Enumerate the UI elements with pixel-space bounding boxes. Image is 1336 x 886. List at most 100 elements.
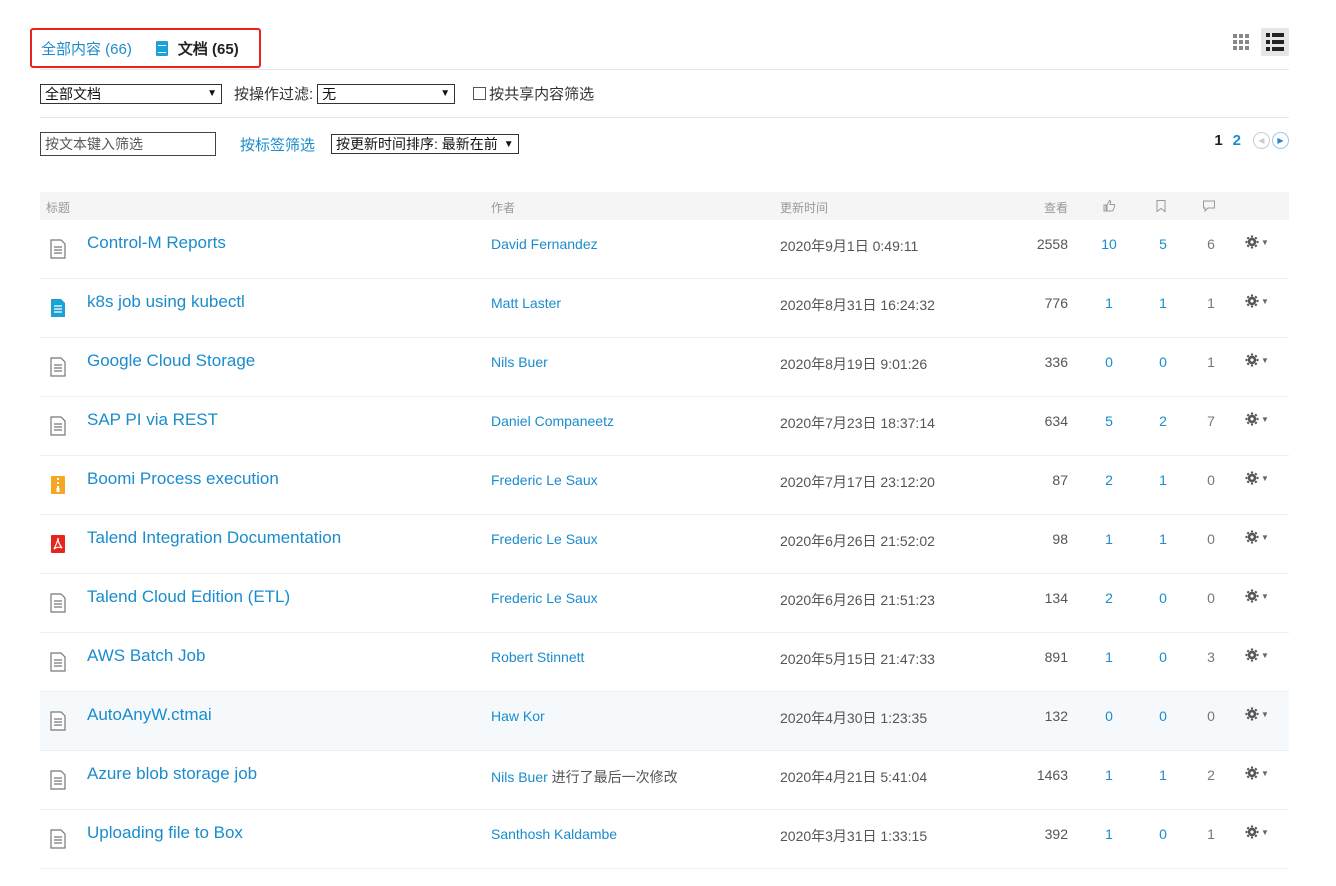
author-link[interactable]: Nils Buer xyxy=(491,354,548,370)
row-actions-menu[interactable]: ▼ xyxy=(1245,530,1269,544)
gear-icon xyxy=(1245,353,1259,367)
bookmark-count[interactable]: 2 xyxy=(1148,413,1178,429)
bookmark-count[interactable]: 1 xyxy=(1148,472,1178,488)
updated-date: 2020年3月31日 1:33:15 xyxy=(780,828,928,844)
view-count: 336 xyxy=(1044,354,1068,370)
shared-content-checkbox[interactable]: 按共享内容筛选 xyxy=(473,83,594,104)
table-row[interactable]: Talend Integration Documentation Frederic… xyxy=(40,515,1289,574)
document-title-link[interactable]: SAP PI via REST xyxy=(87,410,218,430)
row-actions-menu[interactable]: ▼ xyxy=(1245,589,1269,603)
author-link[interactable]: Matt Laster xyxy=(491,295,561,311)
tab-all-content[interactable]: 全部内容 (66) xyxy=(41,38,132,59)
like-count[interactable]: 0 xyxy=(1094,354,1124,370)
next-page-icon[interactable]: ▶ xyxy=(1272,132,1289,149)
document-icon xyxy=(50,652,66,672)
row-actions-menu[interactable]: ▼ xyxy=(1245,353,1269,367)
table-row[interactable]: AWS Batch Job Robert Stinnett 2020年5月15日 2… xyxy=(40,633,1289,692)
grid-view-button[interactable] xyxy=(1227,28,1255,56)
author-link[interactable]: Frederic Le Saux xyxy=(491,472,598,488)
column-views[interactable]: 查看 xyxy=(1044,199,1068,216)
document-title-link[interactable]: k8s job using kubectl xyxy=(87,292,245,312)
like-count[interactable]: 1 xyxy=(1094,767,1124,783)
like-count[interactable]: 2 xyxy=(1094,590,1124,606)
like-count[interactable]: 10 xyxy=(1094,236,1124,252)
like-count[interactable]: 1 xyxy=(1094,295,1124,311)
document-title-link[interactable]: AWS Batch Job xyxy=(87,646,205,666)
bookmark-count[interactable]: 1 xyxy=(1148,767,1178,783)
search-row: 按标签筛选 按更新时间排序: 最新在前 ▼ 1 2 ◀ ▶ xyxy=(40,118,1289,170)
table-row[interactable]: AutoAnyW.ctmai Haw Kor 2020年4月30日 1:23:35 1… xyxy=(40,692,1289,751)
action-filter-select[interactable]: 无 ▼ xyxy=(317,83,456,104)
bookmark-count[interactable]: 1 xyxy=(1148,531,1178,547)
table-row[interactable]: Talend Cloud Edition (ETL) Frederic Le Sa… xyxy=(40,574,1289,633)
row-actions-menu[interactable]: ▼ xyxy=(1245,707,1269,721)
bookmark-count[interactable]: 0 xyxy=(1148,590,1178,606)
like-count[interactable]: 1 xyxy=(1094,826,1124,842)
checkbox-box[interactable] xyxy=(473,87,487,100)
tab-documents[interactable]: 文档 (65) xyxy=(155,38,239,59)
thumbs-up-icon[interactable] xyxy=(1102,199,1116,213)
author-link[interactable]: Santhosh Kaldambe xyxy=(491,826,617,842)
table-row[interactable]: Uploading file to Box Santhosh Kaldambe 20… xyxy=(40,810,1289,869)
table-row[interactable]: Boomi Process execution Frederic Le Saux 2… xyxy=(40,456,1289,515)
bookmark-icon[interactable] xyxy=(1154,199,1168,213)
author-link[interactable]: Haw Kor xyxy=(491,708,545,724)
document-title-link[interactable]: Azure blob storage job xyxy=(87,764,257,784)
tag-filter-link[interactable]: 按标签筛选 xyxy=(240,134,315,155)
bookmark-count[interactable]: 1 xyxy=(1148,295,1178,311)
row-actions-menu[interactable]: ▼ xyxy=(1245,471,1269,485)
table-row[interactable]: SAP PI via REST Daniel Companeetz 2020年7月2… xyxy=(40,397,1289,456)
document-title-link[interactable]: Boomi Process execution xyxy=(87,469,279,489)
document-title-link[interactable]: Talend Cloud Edition (ETL) xyxy=(87,587,290,607)
bookmark-count[interactable]: 0 xyxy=(1148,354,1178,370)
table-row[interactable]: k8s job using kubectl Matt Laster 2020年8月3… xyxy=(40,279,1289,338)
prev-page-icon[interactable]: ◀ xyxy=(1253,132,1270,149)
view-count: 132 xyxy=(1044,708,1068,724)
like-count[interactable]: 0 xyxy=(1094,708,1124,724)
document-title-link[interactable]: Google Cloud Storage xyxy=(87,351,255,371)
author-link[interactable]: Daniel Companeetz xyxy=(491,413,614,429)
like-count[interactable]: 1 xyxy=(1094,531,1124,547)
list-view-button[interactable] xyxy=(1261,28,1289,56)
like-count[interactable]: 5 xyxy=(1094,413,1124,429)
column-updated[interactable]: 更新时间 xyxy=(780,199,828,216)
row-actions-menu[interactable]: ▼ xyxy=(1245,235,1269,249)
author-link[interactable]: Robert Stinnett xyxy=(491,649,584,665)
row-actions-menu[interactable]: ▼ xyxy=(1245,766,1269,780)
bookmark-count[interactable]: 5 xyxy=(1148,236,1178,252)
document-title-link[interactable]: Talend Integration Documentation xyxy=(87,528,341,548)
column-author[interactable]: 作者 xyxy=(491,199,515,216)
like-count[interactable]: 1 xyxy=(1094,649,1124,665)
updated-date: 2020年7月17日 23:12:20 xyxy=(780,474,935,490)
table-row[interactable]: Azure blob storage job Nils Buer 进行了最后一次修… xyxy=(40,751,1289,810)
comment-icon[interactable] xyxy=(1202,199,1216,213)
author-link[interactable]: Nils Buer xyxy=(491,769,548,785)
author-link[interactable]: Frederic Le Saux xyxy=(491,590,598,606)
table-header: 标题 作者 更新时间 查看 xyxy=(40,192,1289,220)
column-title[interactable]: 标题 xyxy=(46,199,70,216)
document-title-link[interactable]: AutoAnyW.ctmai xyxy=(87,705,212,725)
page-2[interactable]: 2 xyxy=(1233,132,1241,149)
like-count[interactable]: 2 xyxy=(1094,472,1124,488)
row-actions-menu[interactable]: ▼ xyxy=(1245,412,1269,426)
text-filter-input[interactable] xyxy=(40,132,216,156)
bookmark-count[interactable]: 0 xyxy=(1148,708,1178,724)
row-actions-menu[interactable]: ▼ xyxy=(1245,648,1269,662)
document-title-link[interactable]: Control-M Reports xyxy=(87,233,226,253)
author-cell: David Fernandez xyxy=(491,236,598,252)
row-actions-menu[interactable]: ▼ xyxy=(1245,825,1269,839)
page-1[interactable]: 1 xyxy=(1214,132,1222,149)
author-link[interactable]: David Fernandez xyxy=(491,236,598,252)
row-actions-menu[interactable]: ▼ xyxy=(1245,294,1269,308)
document-title-link[interactable]: Uploading file to Box xyxy=(87,823,243,843)
sort-select[interactable]: 按更新时间排序: 最新在前 ▼ xyxy=(331,134,519,154)
bookmark-count[interactable]: 0 xyxy=(1148,649,1178,665)
author-note: 进行了最后一次修改 xyxy=(547,769,678,785)
view-count: 891 xyxy=(1044,649,1068,665)
table-row[interactable]: Control-M Reports David Fernandez 2020年9月1… xyxy=(40,220,1289,279)
doc-type-select[interactable]: 全部文档 ▼ xyxy=(40,83,222,104)
author-link[interactable]: Frederic Le Saux xyxy=(491,531,598,547)
gear-icon xyxy=(1245,235,1259,249)
bookmark-count[interactable]: 0 xyxy=(1148,826,1178,842)
table-row[interactable]: Google Cloud Storage Nils Buer 2020年8月19日 … xyxy=(40,338,1289,397)
